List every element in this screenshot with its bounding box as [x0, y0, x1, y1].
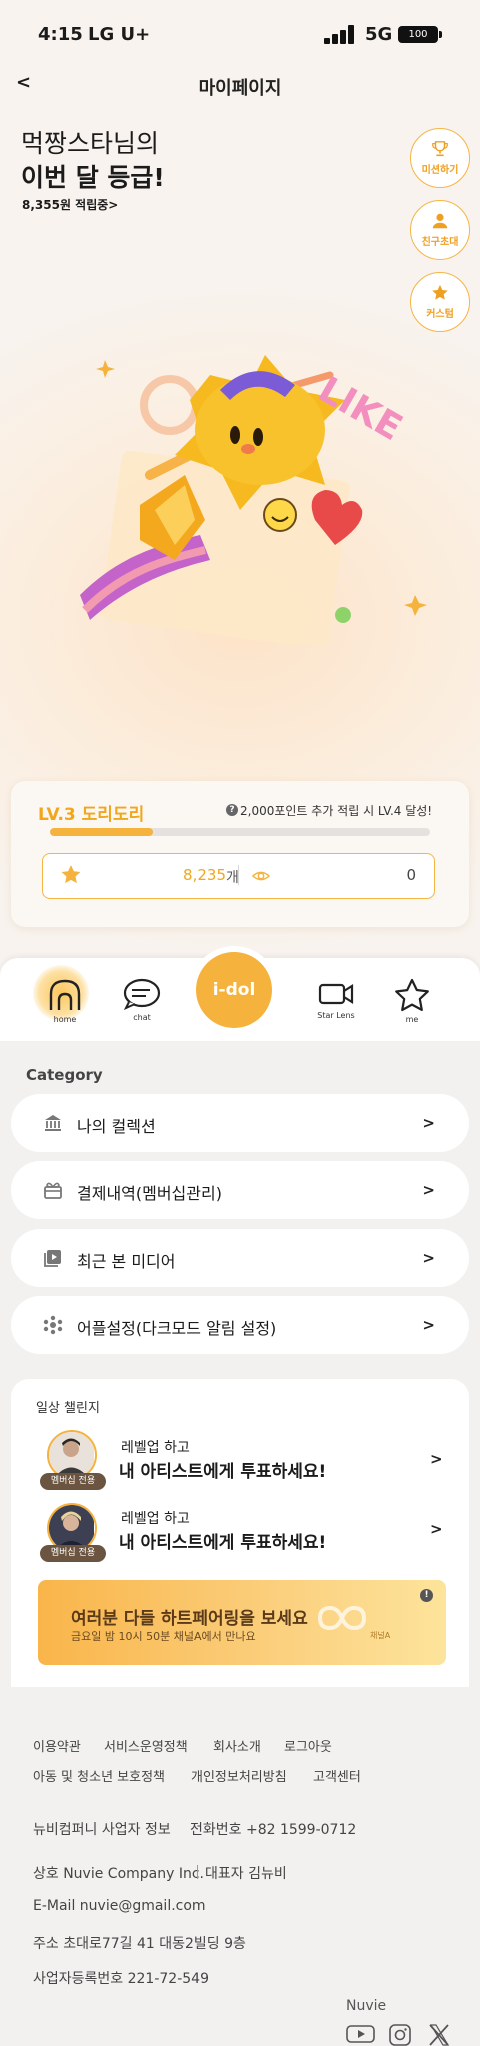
- company-biz-number: 사업자등록번호 221-72-549: [33, 1971, 209, 1987]
- view-count: 0: [406, 866, 416, 884]
- star-outline-icon: [395, 978, 429, 1012]
- challenge-main: 내 아티스트에게 투표하세요!: [119, 1533, 327, 1553]
- instagram-icon[interactable]: [388, 2024, 412, 2046]
- menu-recent-media[interactable]: 최근 본 미디어 >: [11, 1229, 469, 1287]
- nav-home[interactable]: home: [35, 978, 95, 1024]
- footer-link-about[interactable]: 회사소개: [213, 1736, 261, 1755]
- membership-badge: 멤버십 전용: [40, 1473, 106, 1490]
- chevron-right-icon: >: [422, 1249, 435, 1267]
- company-email: E-Mail nuvie@gmail.com: [33, 1898, 206, 1914]
- invite-button[interactable]: 친구초대: [410, 200, 470, 260]
- camera-icon: [318, 983, 354, 1005]
- challenge-main: 내 아티스트에게 투표하세요!: [119, 1462, 327, 1482]
- menu-my-collection[interactable]: 나의 컬렉션 >: [11, 1094, 469, 1152]
- eye-icon: [252, 871, 270, 881]
- nav-home-label: home: [53, 1015, 77, 1024]
- banner-title: 여러분 다들 하트페어링을 보세요: [71, 1609, 308, 1629]
- battery-icon: 100: [398, 26, 438, 43]
- x-twitter-icon[interactable]: [428, 2024, 450, 2046]
- chat-icon: [123, 978, 161, 1010]
- menu-label: 결제내역(멤버십관리): [77, 1184, 222, 1203]
- footer-link-policy[interactable]: 서비스운영정책: [104, 1736, 188, 1755]
- company-info-link[interactable]: 뉴비컴퍼니 사업자 정보: [33, 1819, 171, 1839]
- custom-label: 커스텀: [426, 309, 454, 320]
- mascot-illustration: LIKE: [80, 355, 427, 645]
- greeting-line2: 이번 달 등급!: [21, 163, 165, 192]
- star-unit: 개: [226, 870, 239, 886]
- signal-icon: [324, 24, 356, 44]
- channel-label: 채널A: [370, 1631, 391, 1640]
- category-title: Category: [26, 1066, 103, 1084]
- menu-label: 나의 컬렉션: [77, 1117, 156, 1136]
- nav-star-lens[interactable]: Star Lens: [306, 978, 366, 1020]
- status-bar: 4:15 LG U+ 5G 100: [0, 0, 480, 70]
- challenge-sub: 레벨업 하고: [121, 1440, 190, 1456]
- star-count: 8,235: [183, 866, 226, 884]
- idol-center-button[interactable]: i-dol: [196, 952, 272, 1028]
- bank-icon: [45, 1115, 61, 1131]
- battery-tip: [439, 31, 442, 38]
- chevron-right-icon: >: [422, 1316, 435, 1334]
- mission-button[interactable]: 미션하기: [410, 128, 470, 188]
- level-progress-bar: [50, 828, 430, 836]
- company-address: 주소 초대로77길 41 대동2빌딩 9층: [33, 1936, 246, 1952]
- greeting-line1: 먹짱스타님의: [21, 129, 160, 158]
- level-label: LV.3 도리도리: [38, 805, 145, 825]
- invite-label: 친구초대: [421, 237, 459, 248]
- company-name: 상호 Nuvie Company Inc.: [33, 1866, 204, 1882]
- chevron-right-icon: >: [422, 1114, 435, 1132]
- chevron-right-icon: >: [430, 1450, 443, 1468]
- nav-chat[interactable]: chat: [112, 978, 172, 1022]
- menu-label: 어플설정(다크모드 알림 설정): [77, 1319, 277, 1338]
- footer-divider: [197, 1865, 198, 1879]
- custom-button[interactable]: 커스텀: [410, 272, 470, 332]
- page-title: 마이페이지: [198, 78, 282, 99]
- company-phone: 전화번호 +82 1599-0712: [190, 1822, 357, 1838]
- chevron-right-icon: >: [422, 1181, 435, 1199]
- stat-divider: [238, 865, 239, 885]
- gift-icon: [44, 1182, 62, 1199]
- settings-icon: [43, 1315, 63, 1335]
- person-icon: [432, 213, 448, 229]
- media-play-icon: [44, 1250, 61, 1267]
- company-ceo: 대표자 김뉴비: [205, 1866, 287, 1882]
- status-carrier: LG U+: [88, 24, 151, 45]
- membership-badge: 멤버십 전용: [40, 1545, 106, 1562]
- brand-name: Nuvie: [346, 1998, 387, 2014]
- chevron-right-icon: >: [430, 1520, 443, 1538]
- menu-app-settings[interactable]: 어플설정(다크모드 알림 설정) >: [11, 1296, 469, 1354]
- nav-me[interactable]: me: [382, 978, 442, 1024]
- footer-link-logout[interactable]: 로그아웃: [284, 1736, 332, 1755]
- heart-pairing-logo: [317, 1605, 367, 1631]
- help-icon[interactable]: ?: [226, 804, 238, 816]
- footer-link-youth[interactable]: 아동 및 청소년 보호정책: [33, 1766, 165, 1785]
- challenge-title: 일상 챌린지: [36, 1401, 100, 1416]
- nav-me-label: me: [405, 1015, 419, 1024]
- footer-link-terms[interactable]: 이용약관: [33, 1736, 81, 1755]
- network-type: 5G: [365, 24, 393, 45]
- footer-link-support[interactable]: 고객센터: [313, 1766, 361, 1785]
- mission-label: 미션하기: [421, 165, 459, 176]
- banner-subtitle: 금요일 밤 10시 50분 채널A에서 만나요: [71, 1630, 256, 1643]
- menu-label: 최근 본 미디어: [77, 1252, 176, 1271]
- mascot-like-text: LIKE: [311, 369, 408, 449]
- level-hint: 2,000포인트 추가 적립 시 LV.4 달성!: [240, 804, 433, 818]
- trophy-icon: [432, 141, 448, 157]
- star-icon: [61, 865, 81, 884]
- info-icon[interactable]: !: [420, 1589, 433, 1602]
- menu-payment-history[interactable]: 결제내역(멤버십관리) >: [11, 1161, 469, 1219]
- home-icon: [49, 979, 81, 1010]
- points-link[interactable]: 8,355원 적립중>: [22, 196, 118, 213]
- nav-chat-label: chat: [133, 1013, 151, 1022]
- star-icon: [432, 284, 448, 300]
- nav-star-lens-label: Star Lens: [317, 1011, 355, 1020]
- youtube-icon[interactable]: [346, 2024, 376, 2044]
- status-time: 4:15: [38, 24, 83, 45]
- level-progress-fill: [50, 828, 153, 836]
- challenge-sub: 레벨업 하고: [121, 1511, 190, 1527]
- footer-link-privacy[interactable]: 개인정보처리방침: [191, 1766, 287, 1785]
